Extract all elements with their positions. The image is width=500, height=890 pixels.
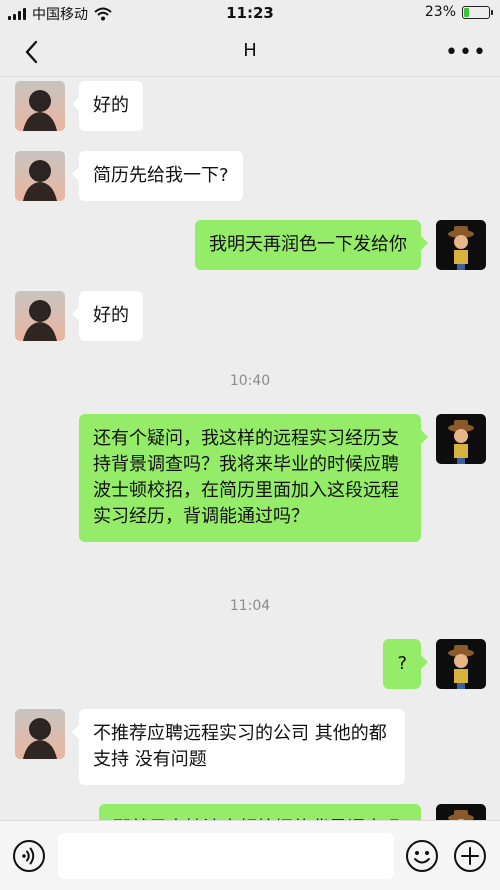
outgoing-message[interactable]: ? <box>383 639 428 689</box>
plus-icon[interactable] <box>453 839 487 873</box>
contact-avatar[interactable] <box>15 291 65 341</box>
more-dots-icon: ••• <box>445 39 487 65</box>
more-button[interactable]: ••• <box>445 38 486 66</box>
emoji-icon[interactable] <box>405 839 439 873</box>
status-right: 23% <box>424 4 493 20</box>
message-input[interactable] <box>58 833 394 879</box>
contact-avatar[interactable] <box>15 151 65 201</box>
timestamp: 11:04 <box>229 598 271 614</box>
incoming-message[interactable]: 不推荐应聘远程实习的公司 其他的都支持 没有问题 <box>72 709 405 785</box>
my-avatar[interactable] <box>436 804 486 820</box>
contact-avatar[interactable] <box>15 709 65 759</box>
contact-avatar[interactable] <box>15 81 65 131</box>
incoming-message[interactable]: 好的 <box>72 291 143 341</box>
my-avatar[interactable] <box>436 220 486 270</box>
incoming-message[interactable]: 简历先给我一下? <box>72 151 243 201</box>
outgoing-message[interactable]: 那就是支持波士顿校招的背景调查吗 <box>99 804 421 820</box>
timestamp: 10:40 <box>229 373 271 389</box>
chat-header: H ••• <box>0 28 500 77</box>
my-avatar[interactable] <box>436 414 486 464</box>
input-bar <box>0 820 500 890</box>
outgoing-message[interactable]: 我明天再润色一下发给你 <box>195 220 428 270</box>
status-bar: 中国移动 11:23 23% <box>0 0 500 28</box>
outgoing-message[interactable]: 还有个疑问，我这样的远程实习经历支持背景调查吗？我将来毕业的时候应聘波士顿校招，… <box>79 414 428 542</box>
chat-title: H <box>243 40 257 61</box>
battery-icon <box>462 5 493 19</box>
message-list[interactable]: 好的 简历先给我一下? 我明天再润色一下发给你 好的 10:40 还有个疑问，我… <box>0 77 500 820</box>
voice-icon[interactable] <box>12 839 46 873</box>
incoming-message[interactable]: 好的 <box>72 81 143 131</box>
my-avatar[interactable] <box>436 639 486 689</box>
battery-percent: 23% <box>424 4 456 20</box>
